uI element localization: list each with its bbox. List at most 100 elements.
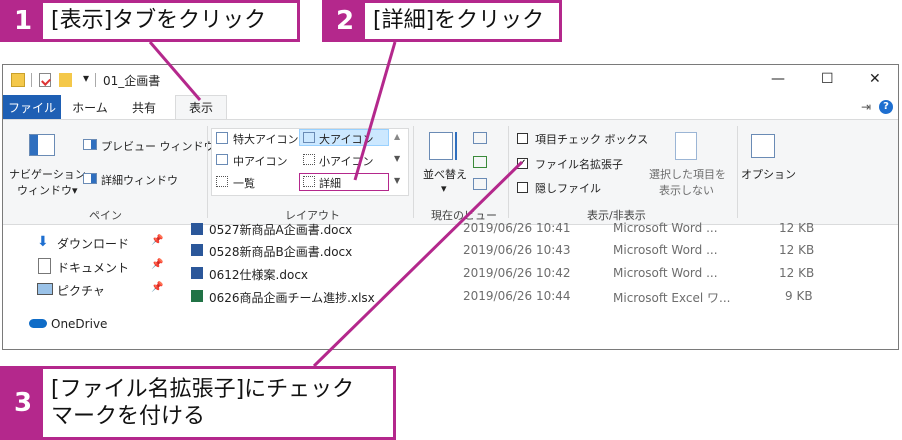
medium-icons-icon — [216, 154, 228, 165]
tab-share[interactable]: 共有 — [119, 95, 169, 119]
navigation-pane: ⬇ ダウンロード 📌 ドキュメント 📌 ピクチャ 📌 OneDrive — [3, 223, 171, 349]
new-folder-icon[interactable] — [59, 73, 72, 87]
file-date: 2019/06/26 10:44 — [463, 289, 571, 303]
callout-1: 1 [表示]タブをクリック — [0, 0, 300, 42]
layout-medium-icons[interactable]: 中アイコン — [233, 153, 287, 169]
sort-by-icon — [429, 132, 453, 160]
hide-selected-items-button-line2[interactable]: 表示しない — [659, 182, 714, 198]
word-icon — [191, 223, 203, 235]
word-icon — [191, 267, 203, 279]
hidden-items-checkbox[interactable] — [517, 182, 528, 193]
title-bar: ▾ 01_企画書 — ☐ ✕ — [3, 65, 898, 95]
ribbon-tabs: ファイル ホーム 共有 表示 ⇥ ? — [3, 95, 898, 119]
layout-small-icons[interactable]: 小アイコン — [319, 153, 373, 169]
file-date: 2019/06/26 10:41 — [463, 221, 571, 235]
file-size: 12 KB — [779, 243, 815, 257]
file-date: 2019/06/26 10:42 — [463, 266, 571, 280]
file-type: Microsoft Word ... — [613, 243, 718, 257]
help-icon[interactable]: ? — [879, 100, 893, 114]
gallery-more-icon[interactable]: ▼ — [394, 176, 400, 185]
navigation-pane-button-line1[interactable]: ナビゲーション — [9, 166, 86, 182]
gallery-scroll-down-icon[interactable]: ▼ — [394, 154, 400, 163]
download-icon: ⬇ — [37, 234, 49, 250]
large-icons-icon — [303, 132, 315, 143]
file-name: 0626商品企画チーム進捗.xlsx — [209, 291, 375, 305]
item-checkboxes-label[interactable]: 項目チェック ボックス — [535, 131, 648, 147]
layout-extra-large-icons[interactable]: 特大アイコン — [233, 131, 298, 147]
hide-selected-items-button-line1[interactable]: 選択した項目を — [649, 166, 726, 182]
pin-icon[interactable]: 📌 — [151, 282, 163, 293]
file-row[interactable]: 0527新商品A企画書.docx 2019/06/26 10:41 Micros… — [171, 217, 898, 239]
sort-by-dropdown[interactable]: ▾ — [441, 182, 447, 195]
pin-ribbon-icon[interactable]: ⇥ — [861, 100, 871, 114]
hide-selected-items-icon — [675, 132, 697, 160]
callout-2-text: [詳細]をクリック — [373, 8, 545, 34]
preview-pane-icon — [83, 139, 97, 150]
gallery-scroll-up-icon[interactable]: ▲ — [394, 132, 400, 141]
navigation-pane-icon — [29, 134, 55, 156]
callout-2-number: 2 — [325, 3, 365, 39]
hidden-items-label[interactable]: 隠しファイル — [535, 180, 601, 196]
details-icon — [303, 176, 315, 187]
tab-view[interactable]: 表示 — [175, 95, 227, 119]
add-columns-icon[interactable] — [473, 156, 487, 168]
details-pane-icon — [83, 173, 97, 184]
separator — [31, 73, 32, 87]
folder-icon — [11, 73, 25, 87]
file-name: 0612仕様案.docx — [209, 268, 309, 282]
file-size: 12 KB — [779, 266, 815, 280]
nav-item-label: ピクチャ — [57, 284, 105, 298]
pin-icon[interactable]: 📌 — [151, 259, 163, 270]
sort-by-button[interactable]: 並べ替え — [423, 166, 467, 182]
layout-details[interactable]: 詳細 — [319, 175, 341, 191]
callout-2: 2 [詳細]をクリック — [322, 0, 562, 42]
group-separator — [413, 126, 414, 218]
separator — [95, 73, 96, 87]
tab-home[interactable]: ホーム — [65, 95, 115, 119]
file-date: 2019/06/26 10:43 — [463, 243, 571, 257]
navigation-pane-button-line2[interactable]: ウィンドウ▾ — [17, 182, 78, 198]
callout-3: 3 [ファイル名拡張子]にチェック マークを付ける — [0, 366, 396, 440]
group-separator — [508, 126, 509, 218]
file-name: 0528新商品B企画書.docx — [209, 245, 353, 259]
file-extensions-label[interactable]: ファイル名拡張子 — [535, 156, 623, 172]
onedrive-icon — [29, 319, 47, 328]
options-button[interactable]: オプション — [741, 166, 796, 182]
item-checkboxes-checkbox[interactable] — [517, 133, 528, 144]
nav-item-label: ドキュメント — [57, 261, 130, 275]
layout-large-icons[interactable]: 大アイコン — [319, 131, 373, 147]
callout-3-number: 3 — [3, 369, 43, 437]
documents-icon — [38, 258, 51, 274]
extra-large-icons-icon — [216, 132, 228, 144]
customize-qat-icon[interactable]: ▾ — [83, 71, 89, 85]
layout-list[interactable]: 一覧 — [233, 175, 255, 191]
minimize-button[interactable]: — — [771, 71, 785, 87]
sort-arrow-icon — [455, 132, 457, 160]
details-pane-button[interactable]: 詳細ウィンドウ — [101, 172, 178, 188]
tab-file[interactable]: ファイル — [3, 95, 61, 119]
file-row[interactable]: 0528新商品B企画書.docx 2019/06/26 10:43 Micros… — [171, 239, 898, 261]
window-title: 01_企画書 — [103, 74, 161, 88]
file-size: 9 KB — [785, 289, 813, 303]
group-separator — [207, 126, 208, 218]
pin-icon[interactable]: 📌 — [151, 235, 163, 246]
file-list: 0527新商品A企画書.docx 2019/06/26 10:41 Micros… — [171, 221, 898, 349]
file-row[interactable]: 0612仕様案.docx 2019/06/26 10:42 Microsoft … — [171, 262, 898, 284]
preview-pane-button[interactable]: プレビュー ウィンドウ — [101, 138, 215, 154]
callout-1-number: 1 — [3, 3, 43, 39]
file-type: Microsoft Word ... — [613, 221, 718, 235]
options-icon — [751, 134, 775, 158]
callout-3-text: [ファイル名拡張子]にチェック マークを付ける — [51, 376, 355, 430]
maximize-button[interactable]: ☐ — [821, 71, 834, 87]
size-columns-icon[interactable] — [473, 178, 487, 190]
file-name: 0527新商品A企画書.docx — [209, 223, 353, 237]
file-type: Microsoft Word ... — [613, 266, 718, 280]
file-extensions-checkbox[interactable]: ✓ — [517, 158, 528, 169]
group-separator — [737, 126, 738, 218]
group-by-icon[interactable] — [473, 132, 487, 144]
file-row[interactable]: 0626商品企画チーム進捗.xlsx 2019/06/26 10:44 Micr… — [171, 285, 898, 307]
pictures-icon — [37, 283, 53, 295]
list-icon — [216, 176, 228, 187]
properties-icon[interactable] — [39, 73, 51, 87]
close-button[interactable]: ✕ — [869, 71, 881, 87]
